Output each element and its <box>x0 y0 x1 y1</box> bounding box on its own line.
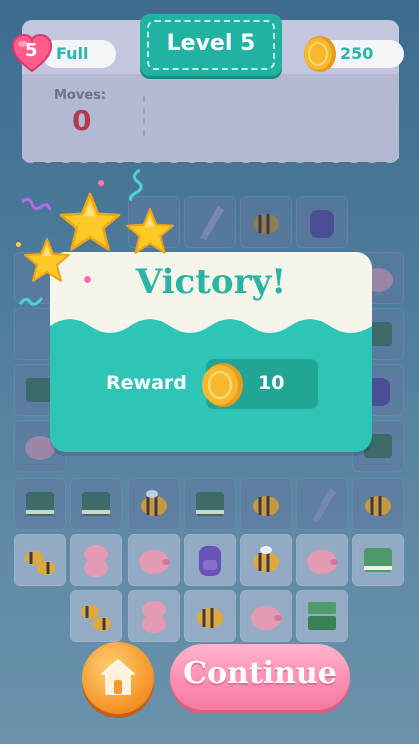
confetti-icon <box>128 168 143 202</box>
board-tile[interactable] <box>240 196 292 248</box>
confetti-dot <box>98 180 104 186</box>
bee-icon <box>253 214 279 234</box>
board-tile[interactable] <box>14 478 66 530</box>
star-icon <box>126 208 174 254</box>
hud-scallop <box>22 152 399 163</box>
piggy-bank-icon <box>142 601 166 633</box>
lives-count: 5 <box>25 40 38 61</box>
board-tile[interactable] <box>14 534 66 586</box>
confetti-icon <box>18 297 44 306</box>
board-tile[interactable] <box>184 196 236 248</box>
moves-value: 0 <box>72 104 92 137</box>
board-tile[interactable] <box>184 478 236 530</box>
piggy-bank-icon <box>251 606 282 630</box>
umbrella-icon <box>312 488 336 522</box>
piggy-bank-icon <box>307 550 338 574</box>
board-tile[interactable] <box>184 590 236 642</box>
piggy-bank-icon <box>139 550 170 574</box>
board-tile[interactable] <box>296 590 348 642</box>
lives-status: Full <box>56 44 89 63</box>
home-button[interactable] <box>82 642 154 714</box>
bee-icon <box>253 496 279 516</box>
board-tile[interactable] <box>240 590 292 642</box>
book-icon <box>364 548 392 572</box>
victory-title: Victory! <box>135 262 287 302</box>
board-tile[interactable] <box>128 478 180 530</box>
backpack-icon <box>199 546 221 576</box>
confetti-dot <box>16 242 21 247</box>
confetti-dot <box>84 276 91 283</box>
board-tile[interactable] <box>128 590 180 642</box>
board-tile[interactable] <box>70 478 122 530</box>
book-icon <box>196 492 224 516</box>
board-tile[interactable] <box>128 534 180 586</box>
book-icon <box>26 492 54 516</box>
board-tile[interactable] <box>352 478 404 530</box>
coin-count: 250 <box>340 44 374 63</box>
board-tile[interactable] <box>240 478 292 530</box>
umbrella-icon <box>200 206 224 240</box>
board-tile[interactable] <box>184 534 236 586</box>
coin-icon <box>202 363 243 407</box>
continue-button-label: Continue <box>183 656 337 691</box>
backpack-icon <box>310 210 334 238</box>
bee-icon <box>81 605 111 631</box>
moves-label: Moves: <box>54 88 107 103</box>
board-tile[interactable] <box>70 534 122 586</box>
board-tile[interactable] <box>70 590 122 642</box>
bee-icon <box>365 496 391 516</box>
board-tile[interactable] <box>352 534 404 586</box>
bee-icon <box>25 551 55 575</box>
board-tile[interactable] <box>296 534 348 586</box>
board-tile[interactable] <box>296 478 348 530</box>
bee-icon <box>197 608 223 628</box>
moves-divider <box>143 96 145 136</box>
bee-icon <box>253 546 279 572</box>
reward-label: Reward <box>106 372 187 394</box>
star-icon <box>59 192 121 251</box>
piggy-bank-icon <box>84 545 108 577</box>
level-label: Level 5 <box>166 31 256 56</box>
board-tile[interactable] <box>296 196 348 248</box>
confetti-icon <box>21 197 52 211</box>
bee-icon <box>141 490 167 516</box>
coin-icon <box>304 36 336 72</box>
book-icon <box>82 492 110 516</box>
book-icon <box>308 602 336 630</box>
victory-wave <box>50 314 372 338</box>
reward-amount: 10 <box>258 372 285 394</box>
board-tile[interactable] <box>240 534 292 586</box>
home-icon <box>101 659 135 695</box>
